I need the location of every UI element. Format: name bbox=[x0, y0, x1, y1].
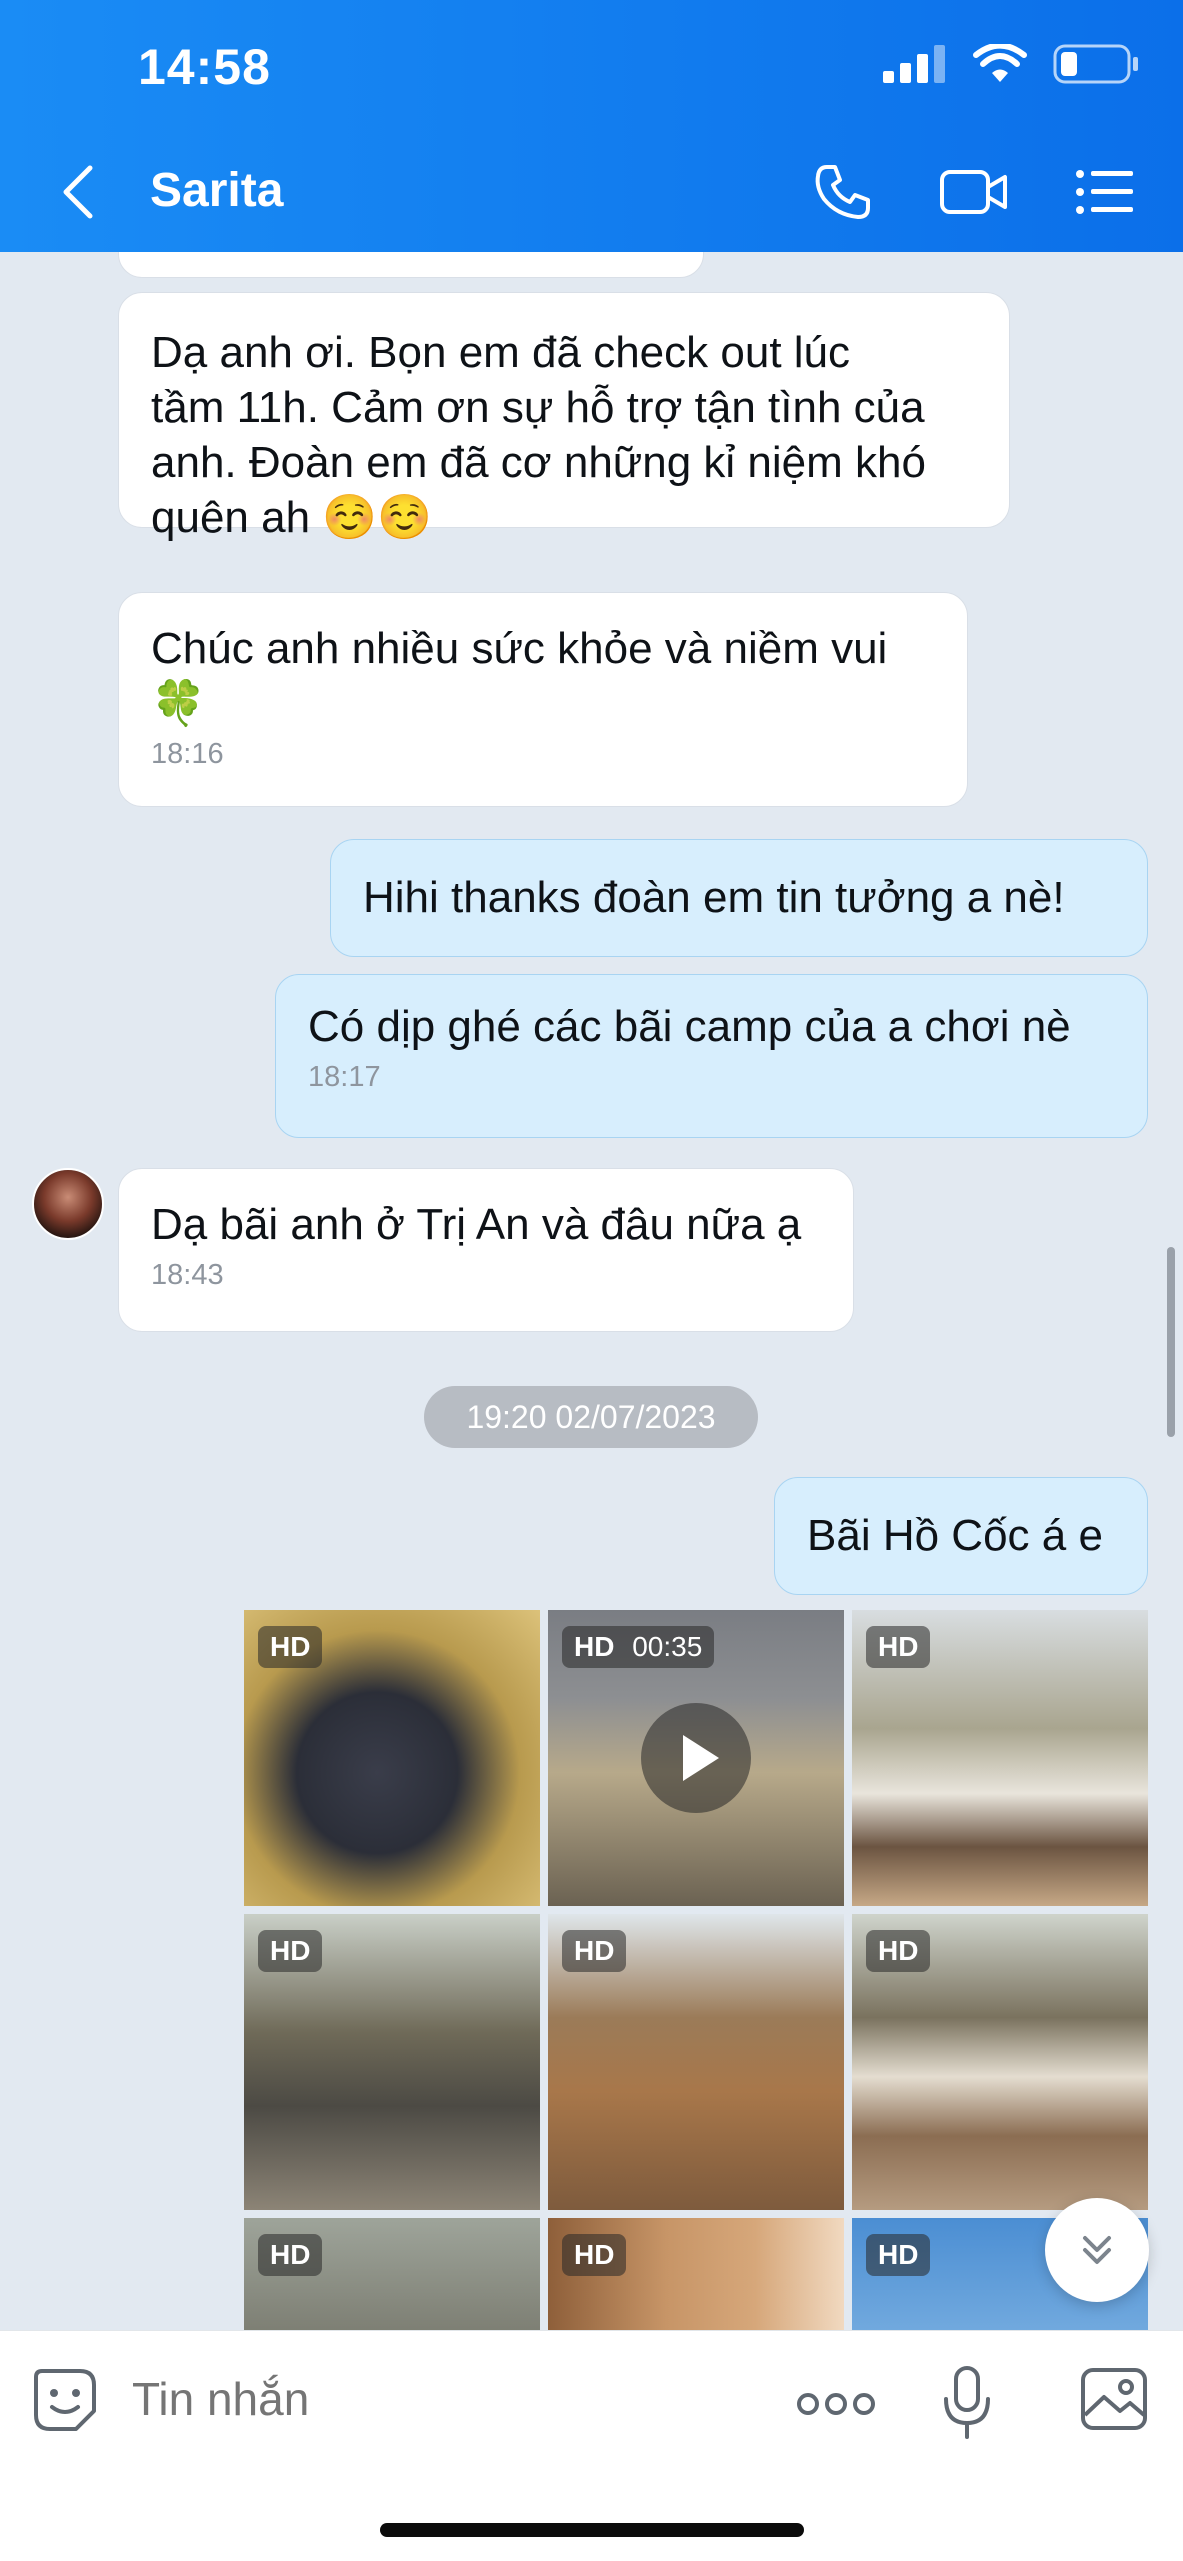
message-time: 18:43 bbox=[151, 1259, 224, 1291]
photo-thumbnail[interactable]: HD bbox=[852, 1914, 1148, 2210]
signal-icon bbox=[883, 45, 945, 83]
hd-badge: HD bbox=[258, 1626, 323, 1668]
message-bubble-partial[interactable] bbox=[118, 252, 704, 278]
hd-badge: HD bbox=[562, 1930, 627, 1972]
hd-badge: HD bbox=[866, 2234, 931, 2276]
scrollbar[interactable] bbox=[1167, 1247, 1175, 1437]
message-text: Có dịp ghé các bãi camp của a chơi nè bbox=[308, 1002, 1071, 1051]
hd-badge: HD 00:35 bbox=[562, 1626, 715, 1668]
photo-thumbnail[interactable]: HD bbox=[852, 1610, 1148, 1906]
message-bubble-incoming[interactable]: Dạ anh ơi. Bọn em đã check out lúc tầm 1… bbox=[118, 292, 1010, 542]
wifi-icon bbox=[973, 44, 1027, 82]
hd-badge: HD bbox=[866, 1626, 931, 1668]
message-bubble-incoming[interactable]: Dạ bãi anh ở Trị An và đâu nữa ạ 18:43 bbox=[118, 1168, 854, 1332]
scroll-to-bottom-button[interactable] bbox=[1045, 2198, 1149, 2302]
contact-name[interactable]: Sarita bbox=[150, 163, 283, 218]
video-call-icon[interactable] bbox=[939, 167, 1009, 217]
phone-icon[interactable] bbox=[813, 162, 873, 222]
message-text: Bãi Hồ Cốc á e bbox=[807, 1511, 1103, 1560]
message-list[interactable]: Dạ anh ơi. Bọn em đã check out lúc tầm 1… bbox=[0, 252, 1183, 2330]
status-icons bbox=[883, 44, 1139, 84]
hd-badge: HD bbox=[258, 1930, 323, 1972]
menu-list-icon[interactable] bbox=[1075, 169, 1133, 215]
message-input-bar bbox=[0, 2330, 1183, 2561]
chat-header: 14:58 Sarita bbox=[0, 0, 1183, 252]
photo-thumbnail[interactable]: HD bbox=[244, 1914, 540, 2210]
battery-icon bbox=[1053, 44, 1138, 84]
hd-badge: HD bbox=[258, 2234, 323, 2276]
hd-badge: HD bbox=[562, 2234, 627, 2276]
header-actions bbox=[813, 162, 1133, 222]
microphone-icon[interactable] bbox=[942, 2365, 992, 2441]
message-bubble-outgoing[interactable]: Hihi thanks đoàn em tin tưởng a nè! bbox=[330, 839, 1148, 957]
back-icon[interactable] bbox=[58, 162, 98, 222]
avatar[interactable] bbox=[32, 1168, 104, 1240]
more-options-icon[interactable] bbox=[796, 2389, 876, 2419]
chevron-double-down-icon bbox=[1083, 2236, 1111, 2264]
photo-thumbnail[interactable]: HD bbox=[548, 1914, 844, 2210]
hd-badge: HD bbox=[866, 1930, 931, 1972]
image-gallery-icon[interactable] bbox=[1080, 2367, 1148, 2431]
photo-thumbnail[interactable]: HD bbox=[548, 2218, 844, 2330]
date-separator: 19:20 02/07/2023 bbox=[424, 1386, 758, 1448]
sticker-icon[interactable] bbox=[32, 2367, 98, 2433]
message-text: Chúc anh nhiều sức khỏe và niềm vui 🍀 bbox=[151, 624, 888, 728]
home-indicator bbox=[380, 2523, 804, 2537]
play-icon[interactable] bbox=[641, 1703, 751, 1813]
photo-thumbnail[interactable]: HD bbox=[244, 2218, 540, 2330]
message-bubble-outgoing[interactable]: Bãi Hồ Cốc á e bbox=[774, 1477, 1148, 1595]
message-text: Hihi thanks đoàn em tin tưởng a nè! bbox=[363, 873, 1065, 922]
video-thumbnail[interactable]: HD 00:35 bbox=[548, 1610, 844, 1906]
message-text: Dạ anh ơi. Bọn em đã check out lúc tầm 1… bbox=[151, 328, 926, 542]
message-time: 18:16 bbox=[151, 738, 224, 770]
message-text: Dạ bãi anh ở Trị An và đâu nữa ạ bbox=[151, 1200, 802, 1249]
message-bubble-incoming[interactable]: Chúc anh nhiều sức khỏe và niềm vui 🍀 18… bbox=[118, 592, 968, 807]
photo-thumbnail[interactable]: HD bbox=[244, 1610, 540, 1906]
message-time: 18:17 bbox=[308, 1061, 381, 1093]
message-input[interactable] bbox=[130, 2371, 734, 2427]
message-bubble-outgoing[interactable]: Có dịp ghé các bãi camp của a chơi nè 18… bbox=[275, 974, 1148, 1138]
status-time: 14:58 bbox=[138, 39, 271, 95]
